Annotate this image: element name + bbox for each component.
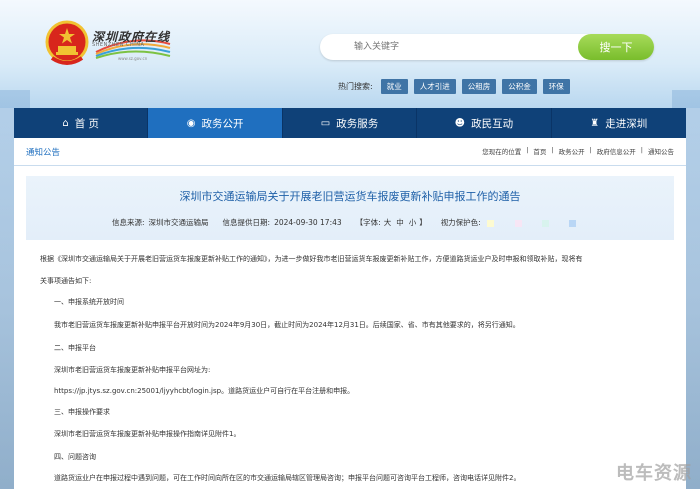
paragraph: 深圳市老旧营运货车报废更新补贴申报平台网址为: <box>54 366 211 374</box>
eye-icon: ◉ <box>186 117 196 129</box>
breadcrumb: 您现在的位置 | 首页 | 政务公开 | 政府信息公开 | 通知公告 <box>477 146 674 156</box>
vision-color-green[interactable] <box>541 219 549 227</box>
breadcrumb-sep: | <box>526 146 529 154</box>
font-size-small[interactable]: 小 <box>409 218 417 227</box>
nav-interaction-label: 政民互动 <box>471 117 514 130</box>
nav-about-shenzhen[interactable]: ♜ 走进深圳 <box>552 108 686 138</box>
logo-subtext: SHENZHEN CHINA <box>92 42 145 48</box>
date-label: 信息提供日期: <box>222 218 271 227</box>
date-value: 2024-09-30 17:43 <box>274 218 342 227</box>
article-meta: 信息来源: 深圳市交通运输局 信息提供日期: 2024-09-30 17:43 【字… <box>112 217 604 228</box>
logo-url: www.sz.gov.cn <box>118 56 148 61</box>
article: 深圳市交通运输局关于开展老旧营运货车报废更新补贴申报工作的通告 信息来源: 深圳市… <box>14 166 686 489</box>
main-nav: ⌂ 首 页 ◉ 政务公开 ▭ 政务服务 ☻ 政民互动 ♜ 走进深圳 <box>14 108 686 138</box>
users-icon: ☻ <box>454 117 466 129</box>
search-button[interactable]: 搜一下 <box>578 34 654 60</box>
hot-search-bar: 热门搜索: 就业 人才引进 公租房 公积金 环保 <box>338 78 576 94</box>
breadcrumb-notices[interactable]: 通知公告 <box>648 146 674 156</box>
paragraph: 道路货运业户在申报过程中遇到问题，可在工作时间向所在区的市交通运输局辖区管理局咨… <box>54 474 521 482</box>
hot-tag-talent[interactable]: 人才引进 <box>413 78 456 94</box>
nav-gov-affairs-label: 政务公开 <box>201 117 244 130</box>
hot-search-label: 热门搜索: <box>338 81 373 91</box>
nav-home[interactable]: ⌂ 首 页 <box>14 108 149 138</box>
nav-gov-services-label: 政务服务 <box>336 117 379 130</box>
source-value: 深圳市交通运输局 <box>148 218 209 227</box>
breadcrumb-gov-affairs[interactable]: 政务公开 <box>559 146 585 156</box>
source-label: 信息来源: <box>112 218 145 227</box>
paragraph: 关事项通告如下: <box>40 277 92 285</box>
vision-protection: 视力保护色: <box>441 217 591 228</box>
nav-home-label: 首 页 <box>74 117 100 130</box>
breadcrumb-gov-info[interactable]: 政府信息公开 <box>597 146 636 156</box>
source-info: 信息来源: 深圳市交通运输局 <box>112 217 209 228</box>
section-title[interactable]: 通知公告 <box>26 146 60 158</box>
breadcrumb-bar: 通知公告 您现在的位置 | 首页 | 政务公开 | 政府信息公开 | 通知公告 <box>14 138 686 166</box>
hot-tag-housing-fund[interactable]: 公积金 <box>502 78 537 94</box>
vision-color-yellow[interactable] <box>487 219 495 227</box>
paragraph: 深圳市老旧营运货车报废更新补贴申报操作指南详见附件1。 <box>54 430 241 438</box>
font-close: 】 <box>419 218 427 227</box>
paragraph: 根据《深圳市交通运输局关于开展老旧营运货车报废更新补贴工作的通知》，为进一步做好… <box>40 255 583 263</box>
breadcrumb-sep: | <box>551 146 554 154</box>
vision-color-pink[interactable] <box>514 219 522 227</box>
article-title: 深圳市交通运输局关于开展老旧营运货车报废更新补贴申报工作的通告 <box>179 190 521 203</box>
site-logo[interactable]: 深圳政府在线 SHENZHEN CHINA www.sz.gov.cn <box>92 26 172 64</box>
font-size-large[interactable]: 大 <box>384 218 392 227</box>
nav-gov-affairs[interactable]: ◉ 政务公开 <box>148 108 283 138</box>
nav-about-shenzhen-label: 走进深圳 <box>605 117 648 130</box>
section-heading: 四、问题咨询 <box>54 453 96 461</box>
breadcrumb-home[interactable]: 首页 <box>533 146 546 156</box>
monitor-icon: ▭ <box>320 117 331 129</box>
vision-color-blue[interactable] <box>569 219 577 227</box>
section-heading: 二、申报平台 <box>54 344 96 352</box>
hot-tag-environment[interactable]: 环保 <box>542 78 570 94</box>
breadcrumb-sep: | <box>640 146 643 154</box>
vision-label: 视力保护色: <box>440 218 481 227</box>
nav-interaction[interactable]: ☻ 政民互动 <box>417 108 552 138</box>
hot-tag-jobs[interactable]: 就业 <box>380 78 408 94</box>
hot-tag-public-housing[interactable]: 公租房 <box>461 78 497 94</box>
search-input[interactable] <box>330 37 570 57</box>
section-heading: 一、申报系统开放时间 <box>54 298 124 306</box>
paragraph: 我市老旧营运货车报废更新补贴申报平台开放时间为2024年9月30日，截止时间为2… <box>54 321 520 329</box>
article-header: 深圳市交通运输局关于开展老旧营运货车报废更新补贴申报工作的通告 信息来源: 深圳市… <box>26 176 674 240</box>
font-size-medium[interactable]: 中 <box>396 218 404 227</box>
search-box: 搜一下 <box>320 34 654 60</box>
breadcrumb-sep: | <box>589 146 592 154</box>
font-size-control: 【字体: 大中小】 <box>356 217 427 228</box>
home-icon: ⌂ <box>62 117 69 129</box>
tower-icon: ♜ <box>590 117 600 129</box>
section-heading: 三、申报操作要求 <box>54 408 110 416</box>
font-label: 【字体: <box>355 218 381 227</box>
date-info: 信息提供日期: 2024-09-30 17:43 <box>223 217 342 228</box>
nav-gov-services[interactable]: ▭ 政务服务 <box>283 108 418 138</box>
breadcrumb-location-label: 您现在的位置 <box>482 148 522 156</box>
national-emblem-icon <box>45 20 89 65</box>
paragraph-link[interactable]: https://jp.jtys.sz.gov.cn:25001/ljyyhcbt… <box>54 386 354 396</box>
watermark: 电车资源 <box>616 463 692 484</box>
